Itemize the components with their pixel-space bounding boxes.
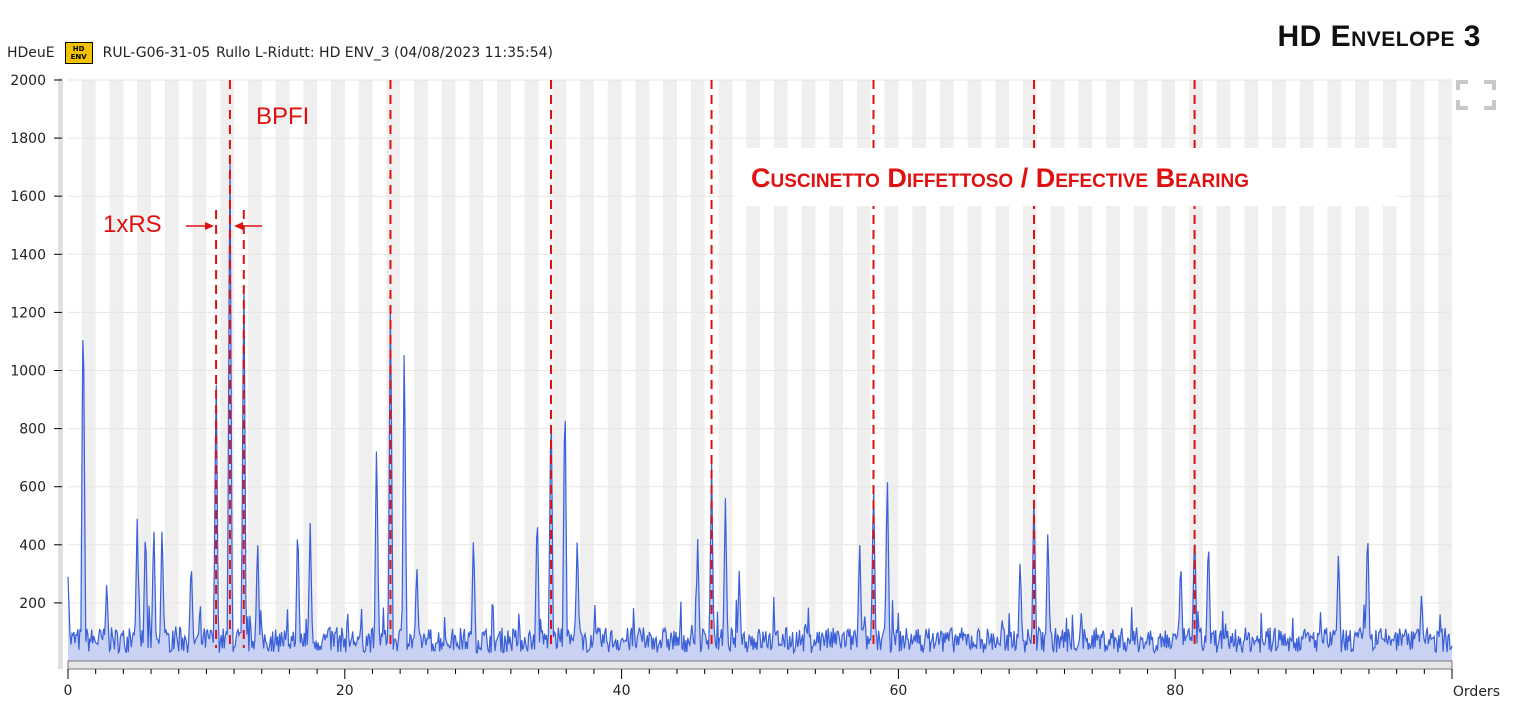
x-axis-title: Orders — [1453, 684, 1500, 700]
y-tick-label: 1600 — [10, 189, 46, 205]
x-tick-label: 80 — [1166, 683, 1184, 699]
y-axis-labels: 200 400 600 800 1000 1200 1400 1600 1800 2000 — [10, 73, 46, 612]
x-tick-label: 20 — [336, 683, 354, 699]
rs-arrowhead-left — [205, 222, 214, 230]
y-tick-label: 800 — [19, 422, 46, 438]
defect-label: Cuscinetto Diffettoso / Defective Bearin… — [751, 163, 1249, 193]
y-tick-label: 2000 — [10, 73, 46, 89]
y-tick-label: 1800 — [10, 131, 46, 147]
x-axis-labels: 0 20 40 60 80 Orders — [64, 683, 1500, 700]
x-axis-bar — [67, 660, 1453, 670]
y-tick-label: 1200 — [10, 305, 46, 321]
rs-label: 1xRS — [103, 211, 162, 238]
expand-icon[interactable] — [1456, 80, 1496, 110]
bpfi-label: BPFI — [256, 103, 309, 130]
y-tick-label: 200 — [19, 596, 46, 612]
y-axis-bar — [58, 78, 63, 669]
y-tick-label: 600 — [19, 480, 46, 496]
y-tick-label: 1000 — [10, 364, 46, 380]
y-tick-label: 400 — [19, 538, 46, 554]
x-tick-label: 40 — [613, 683, 631, 699]
x-tick-label: 60 — [889, 683, 907, 699]
rs-arrowhead-right — [234, 222, 243, 230]
y-tick-label: 1400 — [10, 247, 46, 263]
x-tick-label: 0 — [64, 683, 73, 699]
spectrum-chart: 200 400 600 800 1000 1200 1400 1600 1800 2000 0 20… — [10, 73, 1500, 700]
